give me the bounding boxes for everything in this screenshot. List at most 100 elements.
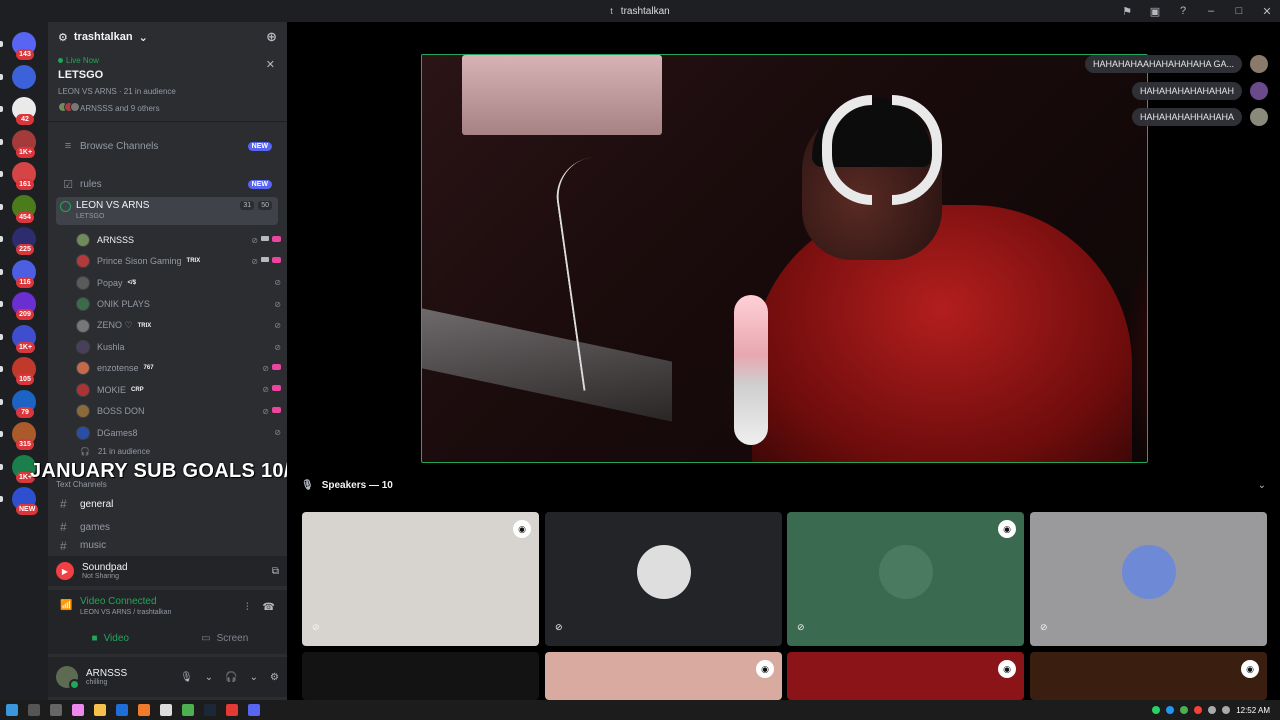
voice-user[interactable]: ZENO ♡ TRIX ⊘ [76, 316, 281, 336]
muted-icon: ⊘ [262, 385, 269, 395]
minimize-button[interactable]: – [1204, 4, 1218, 18]
server-icon[interactable] [12, 64, 36, 89]
copilot-icon[interactable] [72, 704, 84, 716]
chrome-icon[interactable] [182, 704, 194, 716]
maximize-button[interactable]: □ [1232, 4, 1246, 18]
speaker-tile[interactable]: ⊘ [545, 512, 782, 646]
wifi-icon[interactable] [1208, 706, 1217, 714]
channel-music[interactable]: # music [60, 541, 106, 550]
voice-user[interactable]: MOKIE CRP ⊘ [76, 380, 281, 400]
headphones-icon[interactable]: 🎧 [225, 672, 237, 683]
help-icon[interactable]: ? [1176, 4, 1190, 18]
soundpad-panel: ▶ Soundpad Not Sharing ⧉ [48, 556, 287, 586]
window-title: trashtalkan [620, 5, 670, 17]
stream-icon[interactable]: ◉ [513, 520, 531, 538]
chevron-down-icon[interactable]: ⌄ [205, 672, 213, 683]
outlook-icon[interactable] [116, 704, 128, 716]
noise-suppression-icon[interactable]: ⫶ [246, 602, 249, 613]
rules-icon: ☑ [63, 178, 73, 191]
inbox-icon[interactable]: ⚑ [1120, 4, 1134, 18]
main-video-stream[interactable] [421, 54, 1148, 463]
discord-icon[interactable] [248, 704, 260, 716]
sub-goals-overlay: JANUARY SUB GOALS 10/150 [30, 460, 324, 482]
close-icon[interactable]: ✕ [266, 58, 275, 71]
server-header[interactable]: ⚙ trashtalkan ⌄ ⊕ [48, 22, 287, 52]
channel-general[interactable]: # general [60, 497, 113, 511]
chevron-down-icon[interactable]: ⌄ [250, 672, 258, 683]
tray-app-icon[interactable] [1194, 706, 1203, 714]
youtube-icon[interactable] [226, 704, 238, 716]
microphone-prop [734, 295, 768, 445]
search-icon[interactable] [28, 704, 40, 716]
add-member-icon[interactable]: ⊕ [266, 29, 277, 45]
live-now-card[interactable]: Live Now LETSGO LEON VS ARNS · 21 in aud… [48, 52, 287, 122]
muted-icon: ⊘ [274, 428, 281, 438]
stream-icon[interactable]: ◉ [756, 660, 774, 678]
speakers-header[interactable]: 🎙 Speakers — 10 [301, 480, 393, 491]
camera-icon [261, 235, 269, 241]
audience-row[interactable]: 🎧 21 in audience [80, 447, 150, 456]
voice-user-name: ONIK PLAYS [97, 299, 150, 310]
stream-icon[interactable]: ◉ [998, 660, 1016, 678]
chevron-down-icon[interactable]: ⌄ [1258, 480, 1266, 491]
bluetooth-icon[interactable] [1166, 706, 1175, 714]
video-button[interactable]: ■ Video [56, 628, 165, 648]
speaker-tile[interactable]: ◉ [787, 652, 1024, 700]
voice-channel-counts: 31 50 [240, 201, 272, 210]
share-icon[interactable]: ⧉ [272, 566, 279, 577]
start-icon[interactable] [6, 704, 18, 716]
mention-badge: 79 [16, 406, 34, 418]
close-button[interactable]: ✕ [1260, 4, 1274, 18]
steam-icon[interactable] [204, 704, 216, 716]
speaker-tile[interactable] [302, 652, 539, 700]
role-tag: 767 [143, 365, 154, 372]
voice-channel-active[interactable]: LEON VS ARNS LETSGO 31 50 [56, 197, 278, 225]
task-view-icon[interactable] [50, 704, 62, 716]
unread-pill [0, 496, 3, 502]
voice-user[interactable]: ONIK PLAYS ⊘ [76, 294, 281, 314]
volume-icon[interactable] [1222, 706, 1231, 714]
app-icon[interactable] [138, 704, 150, 716]
voice-user[interactable]: DGames8 ⊘ [76, 423, 281, 443]
soundpad-status: Not Sharing [82, 573, 119, 580]
whatsapp-icon[interactable] [1152, 706, 1161, 714]
voice-user[interactable]: Prince Sison Gaming TRIX ⊘ [76, 251, 281, 271]
store-icon[interactable] [160, 704, 172, 716]
voice-user-name: Popay [97, 277, 123, 288]
avatar[interactable] [56, 666, 80, 690]
disconnect-icon[interactable]: ☎ [263, 602, 275, 613]
mention-badge: 42 [16, 114, 34, 125]
avatar [76, 425, 90, 440]
avatar [76, 318, 90, 333]
voice-user-status-icons: ⊘ [262, 385, 281, 394]
speaker-tile[interactable]: ◉ [1030, 652, 1267, 700]
browse-channels[interactable]: ≡ Browse Channels NEW [56, 136, 278, 156]
stream-icon[interactable]: ◉ [1241, 660, 1259, 678]
voice-user[interactable]: Popay </$ ⊘ [76, 273, 281, 293]
hash-icon: # [60, 497, 67, 511]
speaker-tile[interactable]: ◉ [545, 652, 782, 700]
voice-user-status-icons: ⊘ [274, 300, 281, 309]
gear-icon[interactable]: ⚙ [270, 672, 279, 683]
file-explorer-icon[interactable] [94, 704, 106, 716]
screen-icon[interactable]: ▣ [1148, 4, 1162, 18]
voice-user[interactable]: Kushla ⊘ [76, 337, 281, 357]
video-camera-icon: ■ [91, 632, 98, 644]
voice-user-status-icons: ⊘ [274, 278, 281, 287]
screen-share-button[interactable]: ▭ Screen [171, 628, 280, 648]
microphone-icon[interactable]: 🎙 [180, 672, 193, 683]
speaker-tile[interactable]: ◉ ⊘ [787, 512, 1024, 646]
user-name[interactable]: ARNSSS [86, 668, 127, 679]
channel-games[interactable]: # games [60, 520, 110, 534]
voice-user[interactable]: enzotense 767 ⊘ [76, 358, 281, 378]
voice-user[interactable]: ARNSSS ⊘ [76, 230, 281, 250]
speaker-tile[interactable]: ⊘ [1030, 512, 1267, 646]
voice-user[interactable]: BOSS DON ⊘ [76, 401, 281, 421]
tray-app-icon[interactable] [1180, 706, 1189, 714]
stream-icon[interactable]: ◉ [998, 520, 1016, 538]
voice-user-status-icons: ⊘ [262, 406, 281, 416]
live-meta: LEON VS ARNS · 21 in audience [58, 87, 176, 96]
clock[interactable]: 12:52 AM [1236, 706, 1270, 715]
speaker-tile[interactable]: ◉ ⊘ [302, 512, 539, 646]
channel-rules[interactable]: ☑ rules NEW [56, 174, 278, 194]
